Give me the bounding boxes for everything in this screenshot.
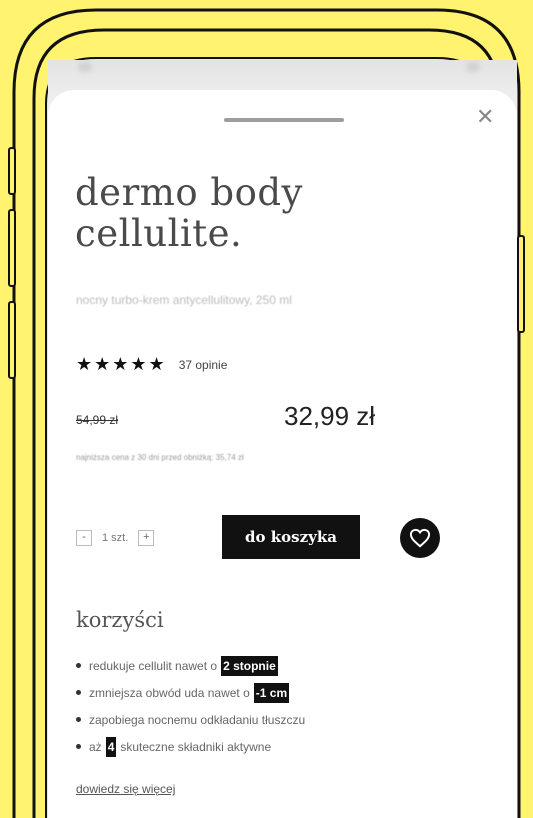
benefit-item: redukuje cellulit nawet o 2 stopnie bbox=[76, 652, 305, 679]
benefit-highlight: 4 bbox=[105, 736, 117, 757]
benefit-text: skuteczne składniki aktywne bbox=[120, 739, 272, 754]
benefit-item: aż 4 skuteczne składniki aktywne bbox=[76, 733, 305, 760]
benefit-prefix: aż bbox=[89, 739, 102, 754]
benefit-highlight: -1 cm bbox=[253, 682, 290, 703]
wishlist-button[interactable] bbox=[400, 518, 440, 558]
benefit-item: zapobiega nocnemu odkładaniu tłuszczu bbox=[76, 706, 305, 733]
reviews-link[interactable]: 37 opinie bbox=[179, 358, 228, 372]
rating-row: ★★★★★ 37 opinie bbox=[76, 354, 227, 375]
product-title: dermo body cellulite. bbox=[75, 172, 303, 254]
bullet-icon bbox=[76, 717, 81, 722]
benefit-highlight: 2 stopnie bbox=[221, 655, 278, 676]
lowest-price-note: najniższa cena z 30 dni przed obniżką: 3… bbox=[76, 453, 244, 462]
product-sheet: ✕ dermo body cellulite. nocny turbo-krem… bbox=[48, 90, 517, 818]
quantity-minus-button[interactable]: - bbox=[76, 530, 92, 546]
quantity-plus-button[interactable]: + bbox=[138, 530, 155, 546]
benefit-text: redukuje cellulit nawet o bbox=[89, 658, 218, 673]
product-subtitle: nocny turbo-krem antycellulitowy, 250 ml bbox=[76, 293, 292, 307]
benefit-item: zmniejsza obwód uda nawet o -1 cm bbox=[76, 679, 305, 706]
star-rating: ★★★★★ bbox=[76, 354, 167, 374]
bullet-icon bbox=[76, 663, 81, 668]
benefit-text: zmniejsza obwód uda nawet o bbox=[89, 685, 250, 700]
current-price: 32,99 zł bbox=[284, 401, 376, 431]
benefit-text: zapobiega nocnemu odkładaniu tłuszczu bbox=[89, 712, 306, 727]
phone-screen: ✕ dermo body cellulite. nocny turbo-krem… bbox=[48, 60, 517, 818]
bullet-icon bbox=[76, 690, 81, 695]
status-left-icon bbox=[78, 62, 92, 72]
close-icon[interactable]: ✕ bbox=[476, 106, 494, 128]
benefits-list: redukuje cellulit nawet o 2 stopnie zmni… bbox=[76, 652, 305, 760]
add-to-cart-button[interactable]: do koszyka bbox=[222, 515, 360, 559]
sheet-grabber[interactable] bbox=[224, 118, 344, 122]
status-right-icon bbox=[466, 62, 480, 72]
quantity-stepper: - 1 szt. + bbox=[76, 530, 155, 546]
product-title-line1: dermo body bbox=[75, 171, 303, 214]
heart-icon bbox=[409, 528, 431, 548]
benefits-title: korzyści bbox=[76, 608, 164, 632]
bullet-icon bbox=[76, 744, 81, 749]
quantity-value: 1 szt. bbox=[102, 532, 129, 544]
learn-more-link[interactable]: dowiedz się więcej bbox=[76, 782, 175, 796]
old-price: 54,99 zł bbox=[76, 413, 119, 427]
product-title-line2: cellulite. bbox=[75, 212, 243, 255]
